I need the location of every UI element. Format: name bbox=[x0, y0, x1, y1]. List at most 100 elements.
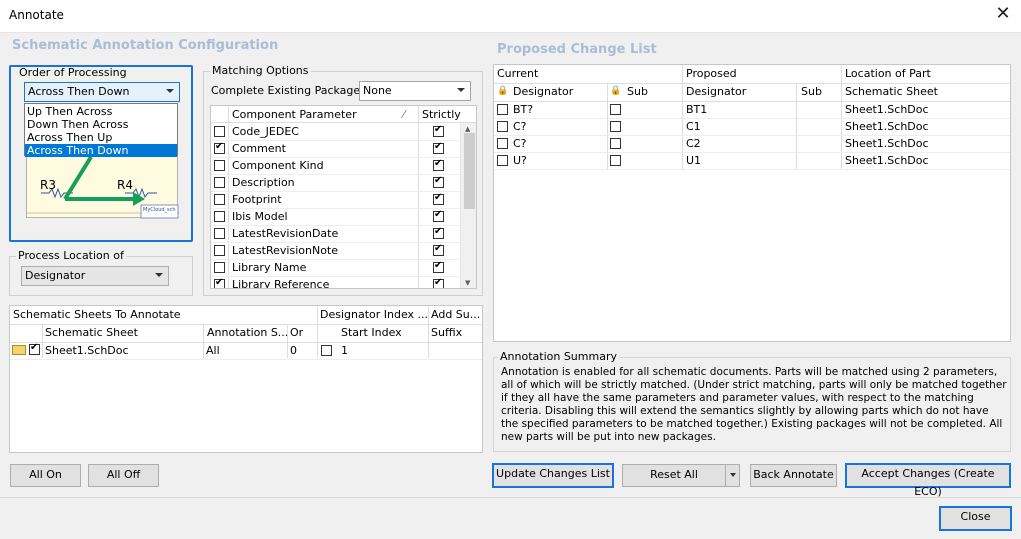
all-off-button[interactable]: All Off bbox=[88, 464, 159, 487]
col-order[interactable]: Or bbox=[290, 326, 303, 339]
back-annotate-button[interactable]: Back Annotate bbox=[750, 464, 837, 487]
current-lock-checkbox[interactable] bbox=[497, 121, 508, 132]
col-current-sub[interactable]: Sub bbox=[627, 85, 648, 98]
col-schematic-sheet[interactable]: Schematic Sheet bbox=[845, 85, 938, 98]
sheet-checkbox[interactable] bbox=[29, 342, 40, 355]
parameter-checkbox[interactable] bbox=[214, 262, 225, 273]
chevron-down-icon[interactable] bbox=[730, 473, 736, 477]
current-lock-checkbox[interactable] bbox=[497, 138, 508, 149]
col-start-index[interactable]: Start Index bbox=[341, 326, 402, 339]
preview-label-r3: R3 bbox=[40, 178, 56, 192]
col-component-parameter[interactable]: Component Parameter bbox=[232, 106, 357, 123]
start-index-checkbox[interactable] bbox=[321, 345, 332, 356]
parameter-checkbox[interactable] bbox=[214, 160, 225, 171]
process-location-select[interactable]: Designator bbox=[21, 266, 169, 286]
process-location-legend: Process Location of bbox=[16, 249, 126, 262]
complete-packages-label: Complete Existing Packages bbox=[211, 84, 366, 97]
strictly-checkbox[interactable] bbox=[433, 158, 444, 171]
col-proposed-designator[interactable]: Designator bbox=[686, 85, 746, 98]
update-changes-list-button[interactable]: Update Changes List bbox=[492, 463, 614, 488]
col-current-designator[interactable]: Designator bbox=[513, 85, 573, 98]
chevron-down-icon bbox=[166, 89, 174, 93]
parameter-scrollbar[interactable]: ▲ ▼ bbox=[460, 123, 476, 288]
table-row[interactable]: Library Reference bbox=[211, 276, 460, 288]
sub-lock-checkbox[interactable] bbox=[610, 155, 621, 166]
table-row[interactable]: Description bbox=[211, 174, 460, 192]
parameter-name: Library Name bbox=[232, 261, 307, 274]
table-row[interactable]: C? C1 Sheet1.SchDoc bbox=[494, 118, 1010, 136]
parameter-checkbox[interactable] bbox=[214, 126, 225, 137]
table-row[interactable]: BT? BT1 Sheet1.SchDoc bbox=[494, 101, 1010, 119]
sheets-group-2: Designator Index ... bbox=[320, 308, 429, 321]
change-list-grid: Current Proposed Location of Part 🔒 Desi… bbox=[493, 64, 1011, 342]
order-option[interactable]: Up Then Across bbox=[27, 105, 112, 118]
change-column-header: 🔒 Designator 🔒 Sub Designator Sub Schema… bbox=[494, 83, 1010, 102]
reset-all-button[interactable]: Reset All bbox=[622, 464, 740, 487]
sub-lock-checkbox[interactable] bbox=[610, 121, 621, 132]
table-row[interactable]: Code_JEDEC bbox=[211, 123, 460, 141]
all-on-button[interactable]: All On bbox=[10, 464, 81, 487]
table-row[interactable]: LatestRevisionDate bbox=[211, 225, 460, 243]
strictly-checkbox[interactable] bbox=[433, 192, 444, 205]
parameter-checkbox[interactable] bbox=[214, 194, 225, 205]
order-select[interactable]: Across Then Down bbox=[24, 82, 180, 102]
parameter-checkbox[interactable] bbox=[214, 141, 225, 154]
sub-lock-checkbox[interactable] bbox=[610, 104, 621, 115]
current-designator: U? bbox=[513, 154, 527, 167]
col-schematic-sheet[interactable]: Schematic Sheet bbox=[45, 326, 138, 339]
strictly-checkbox[interactable] bbox=[433, 175, 444, 188]
table-row[interactable]: Footprint bbox=[211, 191, 460, 209]
close-button[interactable]: Close bbox=[939, 506, 1012, 531]
accept-changes-button[interactable]: Accept Changes (Create ECO) bbox=[845, 463, 1011, 498]
scroll-down-icon[interactable]: ▼ bbox=[465, 279, 470, 287]
table-row[interactable]: Sheet1.SchDoc All 0 1 bbox=[10, 342, 482, 360]
sheets-group-3: Add Su... bbox=[431, 308, 481, 321]
strictly-checkbox[interactable] bbox=[433, 260, 444, 273]
scroll-up-icon[interactable]: ▲ bbox=[465, 125, 470, 133]
table-row[interactable]: Comment bbox=[211, 140, 460, 158]
parameter-checkbox[interactable] bbox=[214, 228, 225, 239]
col-suffix[interactable]: Suffix bbox=[431, 326, 462, 339]
col-proposed-sub[interactable]: Sub bbox=[801, 85, 822, 98]
table-row[interactable]: LatestRevisionNote bbox=[211, 242, 460, 260]
schematic-sheet: Sheet1.SchDoc bbox=[845, 120, 929, 133]
col-strictly[interactable]: Strictly bbox=[422, 106, 461, 123]
strictly-checkbox[interactable] bbox=[433, 124, 444, 137]
process-location-value: Designator bbox=[25, 269, 86, 282]
complete-packages-value: None bbox=[363, 84, 392, 97]
table-row[interactable]: C? C2 Sheet1.SchDoc bbox=[494, 135, 1010, 153]
current-lock-checkbox[interactable] bbox=[497, 155, 508, 166]
strictly-checkbox[interactable] bbox=[433, 209, 444, 222]
table-row[interactable]: Ibis Model bbox=[211, 208, 460, 226]
sheet-start-index[interactable]: 1 bbox=[341, 342, 348, 359]
table-row[interactable]: U? U1 Sheet1.SchDoc bbox=[494, 152, 1010, 170]
strictly-checkbox[interactable] bbox=[433, 226, 444, 239]
order-option-selected[interactable]: Across Then Down bbox=[25, 144, 177, 157]
strictly-checkbox[interactable] bbox=[433, 141, 444, 154]
table-row[interactable]: Component Kind bbox=[211, 157, 460, 175]
table-row[interactable]: Library Name bbox=[211, 259, 460, 277]
close-icon[interactable]: ✕ bbox=[993, 4, 1013, 24]
parameter-grid: Component Parameter ⁄ Strictly Code_JEDE… bbox=[210, 105, 477, 289]
scrollbar-thumb[interactable] bbox=[464, 133, 475, 209]
parameter-checkbox[interactable] bbox=[214, 245, 225, 256]
reset-all-label: Reset All bbox=[650, 468, 698, 481]
parameter-checkbox[interactable] bbox=[214, 211, 225, 222]
preview-sheet-label: MyCloud_sch bbox=[143, 207, 176, 213]
sub-lock-checkbox[interactable] bbox=[610, 138, 621, 149]
change-group-header: Current Proposed Location of Part bbox=[494, 65, 1010, 84]
strictly-checkbox[interactable] bbox=[433, 277, 444, 288]
chevron-down-icon bbox=[155, 273, 163, 277]
parameter-checkbox[interactable] bbox=[214, 177, 225, 188]
order-option[interactable]: Across Then Up bbox=[27, 131, 112, 144]
parameter-checkbox[interactable] bbox=[214, 277, 225, 288]
complete-packages-select[interactable]: None bbox=[359, 81, 471, 101]
sheet-order[interactable]: 0 bbox=[290, 342, 297, 359]
current-designator: C? bbox=[513, 137, 527, 150]
lock-icon: 🔒 bbox=[497, 86, 509, 96]
sheet-scope[interactable]: All bbox=[206, 342, 220, 359]
current-lock-checkbox[interactable] bbox=[497, 104, 508, 115]
strictly-checkbox[interactable] bbox=[433, 243, 444, 256]
order-option[interactable]: Down Then Across bbox=[27, 118, 128, 131]
col-annotation-scope[interactable]: Annotation S... bbox=[207, 326, 288, 339]
